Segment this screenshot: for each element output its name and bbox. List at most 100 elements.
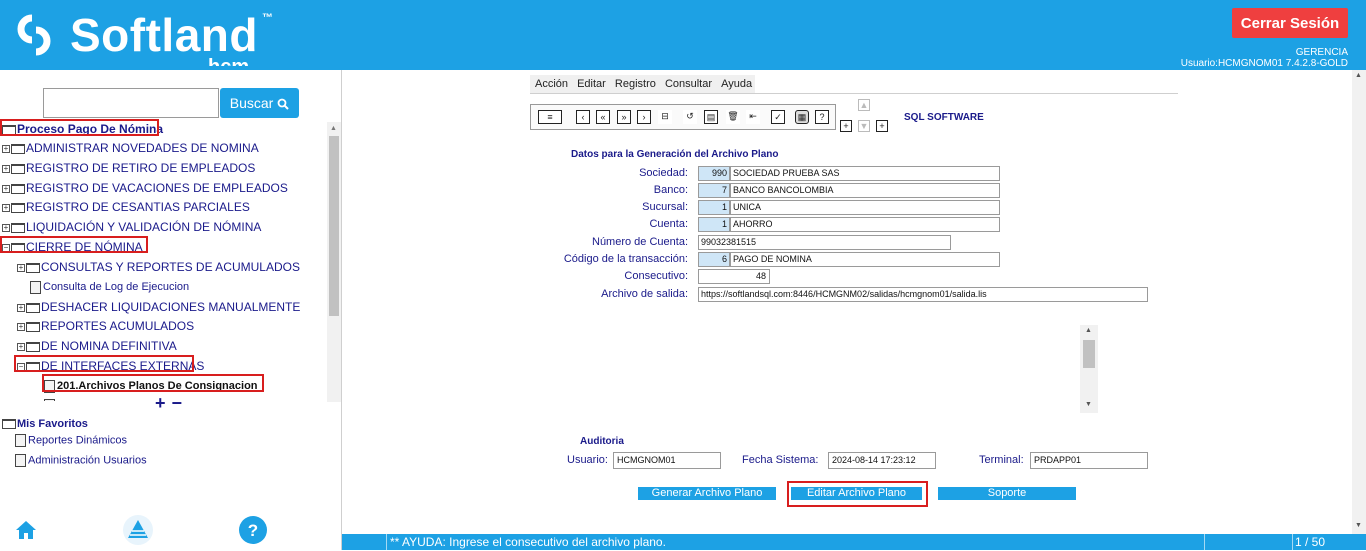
- numero-cuenta-field[interactable]: 99032381515: [698, 235, 951, 250]
- highlight-box: [42, 374, 264, 392]
- banco-label: Banco:: [653, 184, 688, 196]
- next-icon[interactable]: ›: [637, 110, 651, 124]
- help-icon[interactable]: ?: [237, 514, 269, 546]
- scroll-up-icon[interactable]: ▲: [1085, 327, 1092, 334]
- tree-leaf-label: Consulta de Log de Ejecucion: [43, 281, 190, 293]
- checklist-icon[interactable]: ✓: [771, 110, 785, 124]
- codigo-transaccion-code[interactable]: 6: [698, 252, 730, 267]
- pdf-icon[interactable]: ▦: [795, 110, 809, 124]
- favorite-item[interactable]: Reportes Dinámicos: [15, 434, 127, 447]
- sucursal-name: UNICA: [730, 200, 1000, 215]
- company-name: GERENCIA: [1295, 47, 1348, 58]
- favorites-title[interactable]: Mis Favoritos: [2, 418, 88, 430]
- folder-icon: [11, 163, 25, 174]
- folder-icon: [11, 143, 25, 154]
- search-icon: [277, 98, 289, 111]
- sociedad-code[interactable]: 990: [698, 166, 730, 181]
- main-scrollbar[interactable]: ▲ ▼: [1352, 70, 1366, 534]
- scroll-up-icon[interactable]: ▲: [330, 125, 337, 132]
- softland-logo-icon: [17, 14, 51, 56]
- tree-item[interactable]: + REGISTRO DE VACACIONES DE EMPLEADOS: [2, 179, 288, 197]
- apps-pyramid-icon[interactable]: [122, 514, 154, 546]
- menu-editar[interactable]: Editar: [577, 78, 606, 90]
- svg-text:?: ?: [248, 521, 258, 540]
- favorite-item-label: Reportes Dinámicos: [28, 434, 128, 447]
- softland-logo: Softland ™ hcm: [10, 6, 300, 66]
- tree-item[interactable]: + CONSULTAS Y REPORTES DE ACUMULADOS: [17, 258, 300, 276]
- highlight-box: [787, 481, 928, 507]
- support-button[interactable]: Soporte: [938, 487, 1076, 500]
- favorite-item-label: Administración Usuarios: [28, 454, 147, 467]
- search-input[interactable]: [43, 88, 219, 118]
- up-disabled-icon: ▲: [858, 99, 870, 111]
- output-scrollbar[interactable]: ▲ ▼: [1080, 325, 1098, 413]
- user-info: GERENCIA Usuario:HCMGNOM01 7.4.2.8-GOLD: [1181, 47, 1348, 69]
- expand-icon: +: [2, 183, 10, 193]
- document-icon: [44, 399, 55, 401]
- tree-leaf[interactable]: Consulta de Log de Ejecucion: [30, 278, 189, 296]
- highlight-box: [14, 355, 194, 372]
- tree-item[interactable]: + DESHACER LIQUIDACIONES MANUALMENTE: [17, 298, 300, 316]
- scroll-down-icon[interactable]: ▼: [1085, 401, 1092, 408]
- help-toolbar-icon[interactable]: ?: [815, 110, 829, 124]
- archivo-salida-label: Archivo de salida:: [601, 288, 688, 300]
- document-icon: [30, 280, 41, 294]
- home-icon[interactable]: [10, 514, 42, 546]
- previous-icon[interactable]: ‹: [576, 110, 590, 124]
- filter-icon[interactable]: ⊟: [658, 110, 672, 124]
- tree-item[interactable]: + ADMINISTRAR NOVEDADES DE NOMINA: [2, 139, 259, 157]
- folder-open-icon: [2, 419, 16, 430]
- tree-item[interactable]: + REPORTES ACUMULADOS: [17, 317, 194, 335]
- scroll-down-icon[interactable]: ▼: [1355, 522, 1362, 529]
- logout-button[interactable]: Cerrar Sesión: [1232, 8, 1348, 38]
- generate-file-button[interactable]: Generar Archivo Plano: [638, 487, 776, 500]
- tree-item-label: REGISTRO DE CESANTIAS PARCIALES: [26, 200, 250, 214]
- cuenta-label: Cuenta:: [649, 218, 688, 230]
- cuenta-name: AHORRO: [730, 217, 1000, 232]
- search-button[interactable]: Buscar: [220, 88, 299, 118]
- consecutivo-label: Consecutivo:: [624, 270, 688, 282]
- trash-icon[interactable]: 🗑: [726, 110, 740, 124]
- app-header: Softland ™ hcm Cerrar Sesión GERENCIA Us…: [0, 0, 1366, 70]
- menu-consultar[interactable]: Consultar: [665, 78, 712, 90]
- expand-collapse-controls[interactable]: +−: [155, 393, 188, 414]
- menu-accion[interactable]: Acción: [535, 78, 568, 90]
- search-button-label: Buscar: [229, 95, 274, 111]
- menu-divider: [530, 93, 1178, 94]
- tree-item-label: REGISTRO DE VACACIONES DE EMPLEADOS: [26, 181, 288, 195]
- add-small-icon-2[interactable]: +: [876, 120, 888, 132]
- audit-fecha-field: 2024-08-14 17:23:12: [828, 452, 936, 469]
- sucursal-code[interactable]: 1: [698, 200, 730, 215]
- menu-bar: Acción Editar Registro Consultar Ayuda: [530, 75, 755, 93]
- tree-item-label: REGISTRO DE RETIRO DE EMPLEADOS: [26, 161, 256, 175]
- main-panel: [342, 70, 1366, 550]
- consecutivo-field[interactable]: 48: [698, 269, 770, 284]
- banco-code[interactable]: 7: [698, 183, 730, 198]
- menu-ayuda[interactable]: Ayuda: [721, 78, 752, 90]
- menu-registro[interactable]: Registro: [615, 78, 656, 90]
- exit-icon[interactable]: ⇤: [746, 110, 760, 124]
- tree-item[interactable]: + REGISTRO DE RETIRO DE EMPLEADOS: [2, 159, 255, 177]
- tree-item-label: DE NOMINA DEFINITIVA: [41, 339, 177, 353]
- save-icon[interactable]: ▤: [704, 110, 718, 124]
- sidebar: Buscar Proceso Pago De Nómina + ADMINISTR…: [0, 70, 342, 550]
- tree-scrollbar[interactable]: ▲: [327, 122, 341, 402]
- home-icon-graphic: [16, 521, 36, 539]
- folder-icon: [26, 341, 40, 352]
- expand-icon: +: [17, 262, 25, 272]
- add-small-icon[interactable]: +: [840, 120, 852, 132]
- last-icon[interactable]: »: [617, 110, 631, 124]
- cuenta-code[interactable]: 1: [698, 217, 730, 232]
- database-icon[interactable]: ≡: [538, 110, 562, 124]
- tree-item[interactable]: + LIQUIDACIÓN Y VALIDACIÓN DE NÓMINA: [2, 218, 261, 236]
- undo-icon[interactable]: ↺: [683, 110, 697, 124]
- archivo-salida-field[interactable]: https://softlandsql.com:8446/HCMGNM02/sa…: [698, 287, 1148, 302]
- scroll-up-icon[interactable]: ▲: [1355, 72, 1362, 79]
- tree-item[interactable]: + DE NOMINA DEFINITIVA: [17, 337, 177, 355]
- logo-text: Softland: [70, 9, 258, 61]
- scroll-thumb[interactable]: [329, 136, 339, 316]
- scroll-thumb[interactable]: [1083, 340, 1095, 368]
- first-icon[interactable]: «: [596, 110, 610, 124]
- tree-item[interactable]: + REGISTRO DE CESANTIAS PARCIALES: [2, 198, 250, 216]
- favorite-item[interactable]: Administración Usuarios: [15, 454, 147, 467]
